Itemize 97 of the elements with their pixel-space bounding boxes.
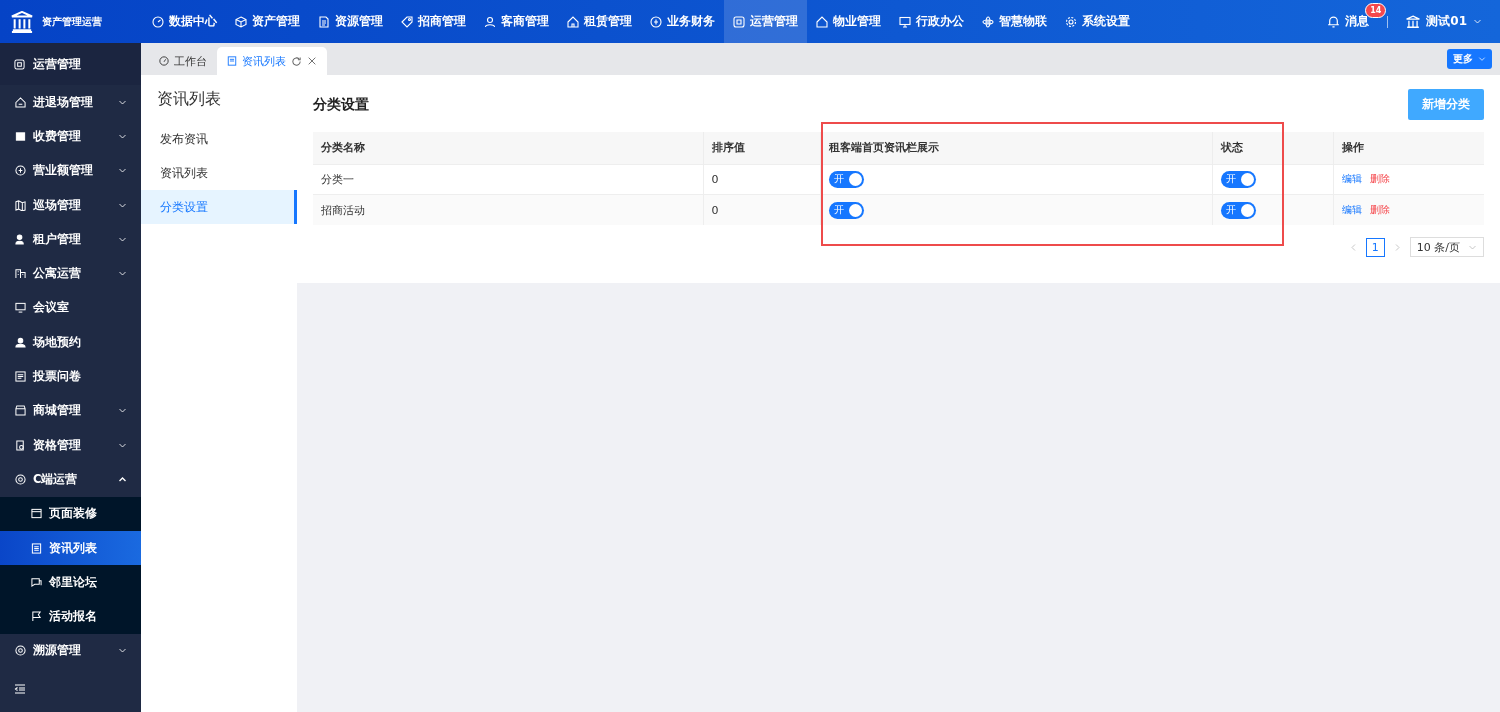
sidebar-item[interactable]: 会议室 [0, 290, 141, 326]
tab[interactable]: 资讯列表 [217, 47, 327, 75]
nav-item[interactable]: 资产管理 [226, 0, 309, 43]
column-header: 排序值 [703, 132, 820, 164]
toggle-switch[interactable]: 开 [1220, 170, 1256, 188]
map-icon [15, 199, 26, 211]
gauge-icon [152, 15, 164, 28]
bank-icon [1406, 14, 1421, 29]
nav-item[interactable]: 系统设置 [1056, 0, 1139, 43]
submenu-item[interactable]: 资讯列表 [141, 156, 297, 190]
nav-item[interactable]: 资源管理 [309, 0, 392, 43]
bank-icon [10, 10, 34, 33]
table-cell: 招商活动 [313, 194, 703, 225]
app-title: 资产管理运营 [42, 14, 102, 29]
column-header: 分类名称 [313, 132, 703, 164]
edit-link[interactable]: 编辑 [1341, 204, 1362, 215]
table-cell: 0 [703, 164, 820, 195]
house-icon [567, 15, 579, 28]
table-cell: 0 [703, 194, 820, 225]
sidebar-item[interactable]: 溯源管理 [0, 633, 141, 669]
tab[interactable]: 工作台 [149, 47, 217, 75]
target-icon [15, 645, 26, 657]
person-icon [15, 336, 26, 348]
tag-icon [401, 15, 413, 28]
grid-icon [14, 58, 25, 70]
nav-item[interactable]: 业务财务 [641, 0, 724, 43]
house-icon [15, 96, 26, 108]
submenu-item[interactable]: 分类设置 [141, 190, 297, 224]
column-header: 租客端首页资讯栏展示 [820, 132, 1212, 164]
page-title: 分类设置 [313, 95, 369, 114]
sidebar-item[interactable]: 页面装修 [0, 496, 141, 531]
building-icon [15, 268, 26, 280]
document-icon [227, 56, 237, 66]
refresh-icon[interactable] [291, 55, 302, 67]
nav-item[interactable]: 行政办公 [890, 0, 973, 43]
page-number[interactable]: 1 [1365, 237, 1385, 257]
sidebar-item[interactable]: 资格管理 [0, 427, 141, 463]
sidebar-item[interactable]: C端运营 [0, 462, 141, 497]
monitor-icon [15, 302, 26, 314]
delete-link[interactable]: 删除 [1369, 173, 1390, 185]
target-icon [15, 473, 26, 485]
document-icon [31, 542, 42, 554]
house-icon [816, 15, 828, 28]
sidebar-title: 运营管理 [33, 55, 81, 73]
bell-icon [1327, 15, 1341, 28]
chevron-icon [1478, 55, 1486, 63]
monitor-icon [899, 15, 911, 28]
list-icon [15, 371, 26, 382]
table-cell: 分类一 [313, 164, 703, 195]
user-name[interactable]: 测试01 [1426, 13, 1467, 30]
column-header: 状态 [1212, 132, 1333, 164]
toggle-switch[interactable]: 开 [1220, 201, 1256, 219]
user-icon [484, 15, 496, 28]
submenu-item[interactable]: 发布资讯 [141, 122, 297, 156]
user-icon [15, 233, 26, 245]
chevron-left-icon [1348, 242, 1358, 252]
chat-icon [31, 576, 42, 588]
nav-item[interactable]: 数据中心 [143, 0, 226, 43]
delete-link[interactable]: 删除 [1369, 204, 1390, 215]
window-icon [31, 508, 42, 520]
submenu-title: 资讯列表 [156, 88, 222, 110]
column-header: 操作 [1333, 132, 1484, 164]
cube-icon [235, 15, 247, 28]
sidebar-item[interactable]: 资讯列表 [0, 530, 141, 566]
nav-item[interactable]: 招商管理 [392, 0, 475, 43]
grid-icon [733, 15, 745, 28]
nav-item[interactable]: 客商管理 [475, 0, 558, 43]
edit-link[interactable]: 编辑 [1341, 173, 1362, 185]
sidebar-item[interactable]: 租户管理 [0, 222, 141, 257]
document-icon [318, 15, 330, 28]
flag-icon [31, 611, 42, 623]
sidebar-item[interactable]: 巡场管理 [0, 187, 141, 223]
toggle-switch[interactable]: 开 [828, 201, 864, 219]
sidebar-item[interactable]: 活动报名 [0, 599, 141, 634]
sidebar-item[interactable]: 公寓运营 [0, 256, 141, 291]
nav-item[interactable]: 物业管理 [807, 0, 890, 43]
nav-item[interactable]: 运营管理 [724, 0, 807, 43]
gear-icon [1065, 15, 1077, 28]
nav-item[interactable]: 智慧物联 [973, 0, 1056, 43]
sidebar-item[interactable]: 邻里论坛 [0, 565, 141, 600]
box-icon [15, 130, 26, 142]
gauge-icon [159, 56, 169, 66]
sidebar-item[interactable]: 营业额管理 [0, 153, 141, 188]
atom-icon [982, 15, 994, 28]
sidebar-item[interactable]: 场地预约 [0, 325, 141, 360]
page-size-select[interactable]: 10 条/页 [1409, 237, 1484, 257]
more-button[interactable]: 更多 [1447, 49, 1492, 69]
collapse-menu-icon [14, 683, 26, 695]
store-icon [15, 405, 26, 417]
close-icon[interactable] [307, 56, 317, 66]
sidebar-item[interactable]: 投票问卷 [0, 359, 141, 394]
sidebar-item[interactable]: 进退场管理 [0, 85, 141, 120]
nav-item[interactable]: 租赁管理 [558, 0, 641, 43]
chevron-icon [1473, 17, 1482, 26]
toggle-switch[interactable]: 开 [828, 170, 864, 188]
sidebar-item[interactable]: 收费管理 [0, 119, 141, 154]
sidebar-item[interactable]: 商城管理 [0, 393, 141, 428]
